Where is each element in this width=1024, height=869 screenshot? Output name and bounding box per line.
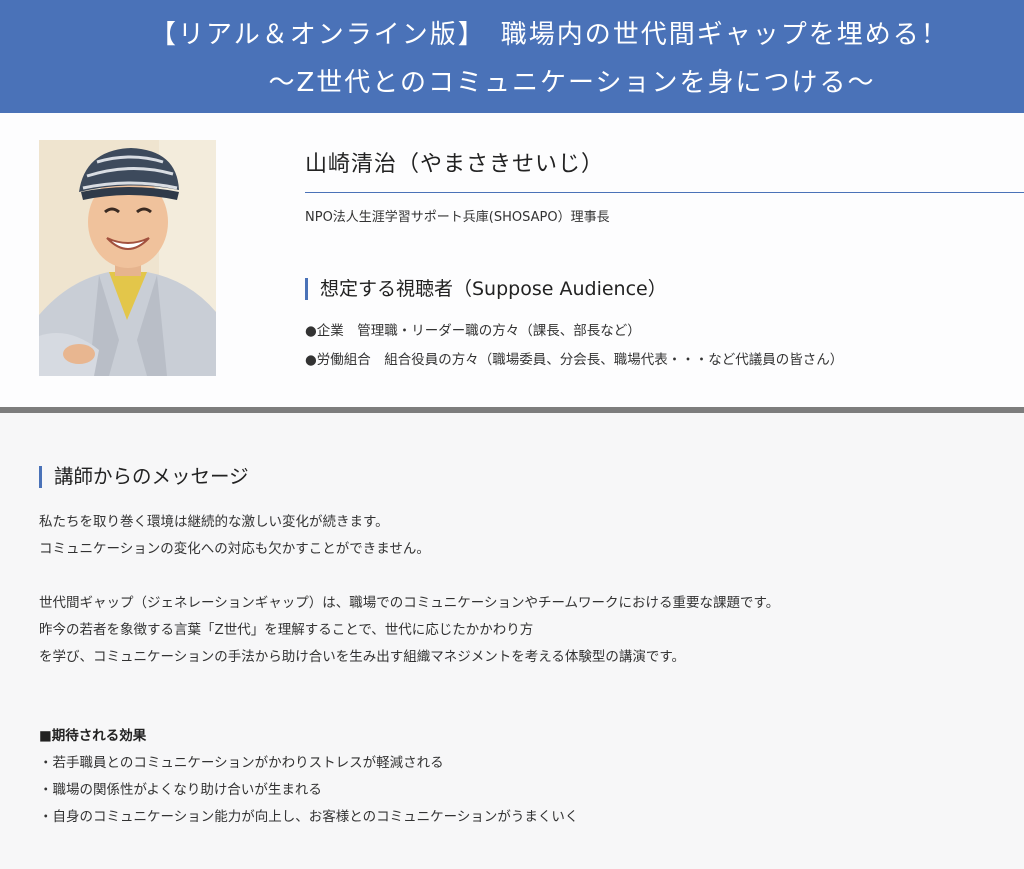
message-line: コミュニケーションの変化への対応も欠かすことができません。 — [39, 541, 430, 557]
header-title-line2: ～Z世代とのコミュニケーションを身につける～ — [268, 68, 876, 98]
name-underline — [305, 192, 1024, 193]
speaker-organization: NPO法人生涯学習サポート兵庫(SHOSAPO）理事長 — [305, 210, 610, 225]
speaker-portrait-illustration — [39, 140, 216, 376]
effect-item: ・職場の関係性がよくなり助け合いが生まれる — [39, 782, 322, 798]
effect-item: ・若手職員とのコミュニケーションがかわりストレスが軽減される — [39, 755, 444, 771]
speaker-photo — [39, 140, 216, 376]
message-line: 私たちを取り巻く環境は継続的な激しい変化が続きます。 — [39, 514, 389, 530]
message-section-title: 講師からのメッセージ — [39, 466, 249, 488]
audience-item: ●労働組合 組合役員の方々（職場委員、分会長、職場代表・・・など代議員の皆さん） — [305, 352, 844, 368]
message-line: を学び、コミュニケーションの手法から助け合いを生み出す組織マネジメントを考える体… — [39, 649, 685, 665]
speaker-name: 山崎清治（やまさきせいじ） — [305, 152, 605, 177]
audience-section-title: 想定する視聴者（Suppose Audience） — [305, 278, 667, 300]
audience-item: ●企業 管理職・リーダー職の方々（課長、部長など） — [305, 323, 641, 339]
effect-item: ・自身のコミュニケーション能力が向上し、お客様とのコミュニケーションがうまくいく — [39, 809, 579, 825]
speaker-profile-section: 山崎清治（やまさきせいじ） NPO法人生涯学習サポート兵庫(SHOSAPO）理事… — [0, 113, 1024, 407]
effects-heading: ■期待される効果 — [39, 728, 147, 744]
message-line: 昨今の若者を象徴する言葉「Z世代」を理解することで、世代に応じたかかわり方 — [39, 622, 534, 638]
message-line: 世代間ギャップ（ジェネレーションギャップ）は、職場でのコミュニケーションやチーム… — [39, 595, 780, 611]
page-header: 【リアル＆オンライン版】 職場内の世代間ギャップを埋める！ ～Z世代とのコミュニ… — [0, 0, 1024, 113]
header-title-line1: 【リアル＆オンライン版】 職場内の世代間ギャップを埋める！ — [150, 20, 949, 50]
section-divider — [0, 407, 1024, 413]
